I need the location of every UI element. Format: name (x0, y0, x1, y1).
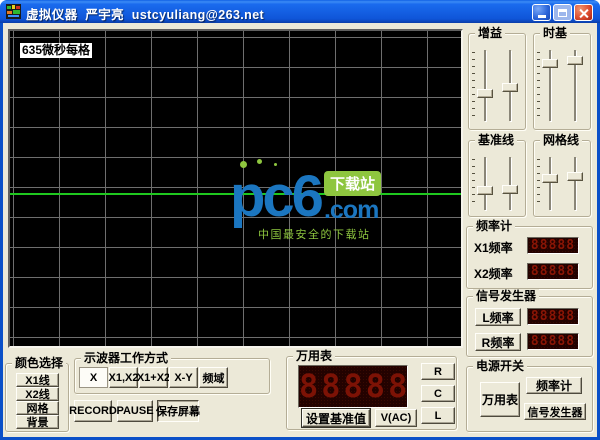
slider-thumb[interactable] (542, 174, 558, 183)
pause-button[interactable]: PAUSE (117, 400, 153, 422)
signal-generator-title: 信号发生器 (473, 289, 539, 304)
power-multimeter-button[interactable]: 万用表 (480, 382, 520, 417)
slider-thumb[interactable] (567, 56, 583, 65)
baseline-slider-1[interactable] (476, 157, 494, 210)
x2-frequency-label: X2频率 (474, 265, 513, 282)
multimeter-title: 万用表 (293, 349, 335, 364)
close-icon (579, 8, 589, 18)
slider-thumb[interactable] (477, 186, 493, 195)
mode-x-button[interactable]: X (79, 367, 108, 388)
app-icon (6, 4, 21, 19)
window-title: 虚拟仪器 严宇亮 ustcyuliang@263.net (26, 4, 264, 23)
watermark-smile-icon (240, 161, 247, 168)
slider-ticks (472, 159, 475, 208)
watermark-com: .com (324, 197, 378, 223)
slider-thumb[interactable] (567, 172, 583, 181)
vac-button[interactable]: V(AC) (375, 409, 417, 427)
slider-track[interactable] (509, 157, 511, 210)
slider-track[interactable] (574, 157, 576, 210)
close-button[interactable] (574, 4, 593, 21)
color-select-title: 颜色选择 (12, 356, 66, 371)
color-grid-button[interactable]: 网格 (16, 401, 59, 415)
minimize-button[interactable] (532, 4, 551, 21)
timebase-group: 时基 (533, 33, 591, 130)
slider-thumb[interactable] (542, 59, 558, 68)
gain-slider-2[interactable] (501, 50, 519, 121)
oscilloscope-panel: 635微秒每格 pc6 下载站 .com 中国最安全的下载站 (8, 29, 463, 348)
gridline-group: 网格线 (533, 140, 591, 217)
signal-generator-group: 信号发生器 L频率 88888 R频率 88888 (466, 296, 593, 357)
multimeter-display: 88888 (298, 365, 408, 408)
slider-ticks (472, 52, 475, 119)
title-bar[interactable]: 虚拟仪器 严宇亮 ustcyuliang@263.net (0, 0, 600, 23)
timebase-slider-1[interactable] (541, 50, 559, 121)
scope-mode-group: 示波器工作方式 X X1,X2 X1+X2 X-Y 频域 (74, 358, 270, 394)
slider-track[interactable] (484, 157, 486, 210)
slider-ticks (537, 52, 540, 119)
scope-mode-title: 示波器工作方式 (81, 351, 171, 366)
l-frequency-button[interactable]: L频率 (475, 308, 521, 326)
slider-track[interactable] (484, 50, 486, 121)
window-frame: 虚拟仪器 严宇亮 ustcyuliang@263.net 635微秒每格 pc6… (0, 0, 600, 440)
multimeter-group: 万用表 88888 R C L 设置基准值 V(AC) (286, 356, 457, 430)
oscilloscope-screen: 635微秒每格 pc6 下载站 .com 中国最安全的下载站 (10, 31, 461, 346)
x1-frequency-label: X1频率 (474, 239, 513, 256)
power-freq-counter-button[interactable]: 频率计 (526, 377, 582, 394)
maximize-icon (558, 9, 567, 17)
slider-thumb[interactable] (502, 185, 518, 194)
gain-slider-1[interactable] (476, 50, 494, 121)
mode-x1x2-button[interactable]: X1,X2 (109, 367, 138, 388)
watermark-badge: 下载站 (324, 171, 381, 196)
set-reference-button[interactable]: 设置基准值 (302, 409, 370, 427)
slider-ticks (537, 159, 540, 208)
color-background-button[interactable]: 背景 (16, 415, 59, 429)
frequency-counter-group: 频率计 X1频率 88888 X2频率 88888 (466, 226, 593, 289)
color-x2-line-button[interactable]: X2线 (16, 387, 59, 401)
record-button[interactable]: RECORD (74, 400, 112, 422)
gridline-slider-2[interactable] (566, 157, 584, 210)
gain-group-title: 增益 (475, 26, 505, 41)
frequency-counter-title: 频率计 (473, 219, 515, 234)
window-controls (532, 4, 593, 21)
power-switch-title: 电源开关 (473, 359, 527, 374)
mode-x1-plus-x2-button[interactable]: X1+X2 (139, 367, 168, 388)
timebase-label: 635微秒每格 (20, 43, 92, 58)
mode-freq-domain-button[interactable]: 频域 (199, 367, 228, 388)
pc6-watermark: pc6 下载站 .com 中国最安全的下载站 (230, 171, 415, 242)
timebase-slider-2[interactable] (566, 50, 584, 121)
gridline-group-title: 网格线 (540, 133, 582, 148)
color-x1-line-button[interactable]: X1线 (16, 373, 59, 387)
slider-track[interactable] (549, 157, 551, 210)
slider-thumb[interactable] (502, 83, 518, 92)
watermark-logo: pc6 (230, 171, 321, 223)
resistance-button[interactable]: R (421, 363, 455, 380)
baseline-group-title: 基准线 (475, 133, 517, 148)
save-screen-button[interactable]: 保存屏幕 (157, 400, 199, 422)
gridline-slider-1[interactable] (541, 157, 559, 210)
gain-group: 增益 (468, 33, 526, 130)
capacitance-button[interactable]: C (421, 385, 455, 402)
baseline-group: 基准线 (468, 140, 526, 217)
baseline-slider-2[interactable] (501, 157, 519, 210)
x2-frequency-display: 88888 (527, 263, 579, 280)
x1-frequency-display: 88888 (527, 237, 579, 254)
minimize-icon (538, 15, 546, 18)
power-signal-gen-button[interactable]: 信号发生器 (524, 403, 586, 420)
color-select-group: 颜色选择 X1线 X2线 网格 背景 (5, 363, 69, 432)
mode-xy-button[interactable]: X-Y (169, 367, 198, 388)
r-frequency-button[interactable]: R频率 (475, 333, 521, 351)
inductance-button[interactable]: L (421, 407, 455, 424)
maximize-button[interactable] (553, 4, 572, 21)
r-frequency-display: 88888 (527, 333, 579, 350)
l-frequency-display: 88888 (527, 308, 579, 325)
timebase-group-title: 时基 (540, 26, 570, 41)
slider-thumb[interactable] (477, 89, 493, 98)
power-switch-group: 电源开关 万用表 频率计 信号发生器 (466, 366, 593, 432)
